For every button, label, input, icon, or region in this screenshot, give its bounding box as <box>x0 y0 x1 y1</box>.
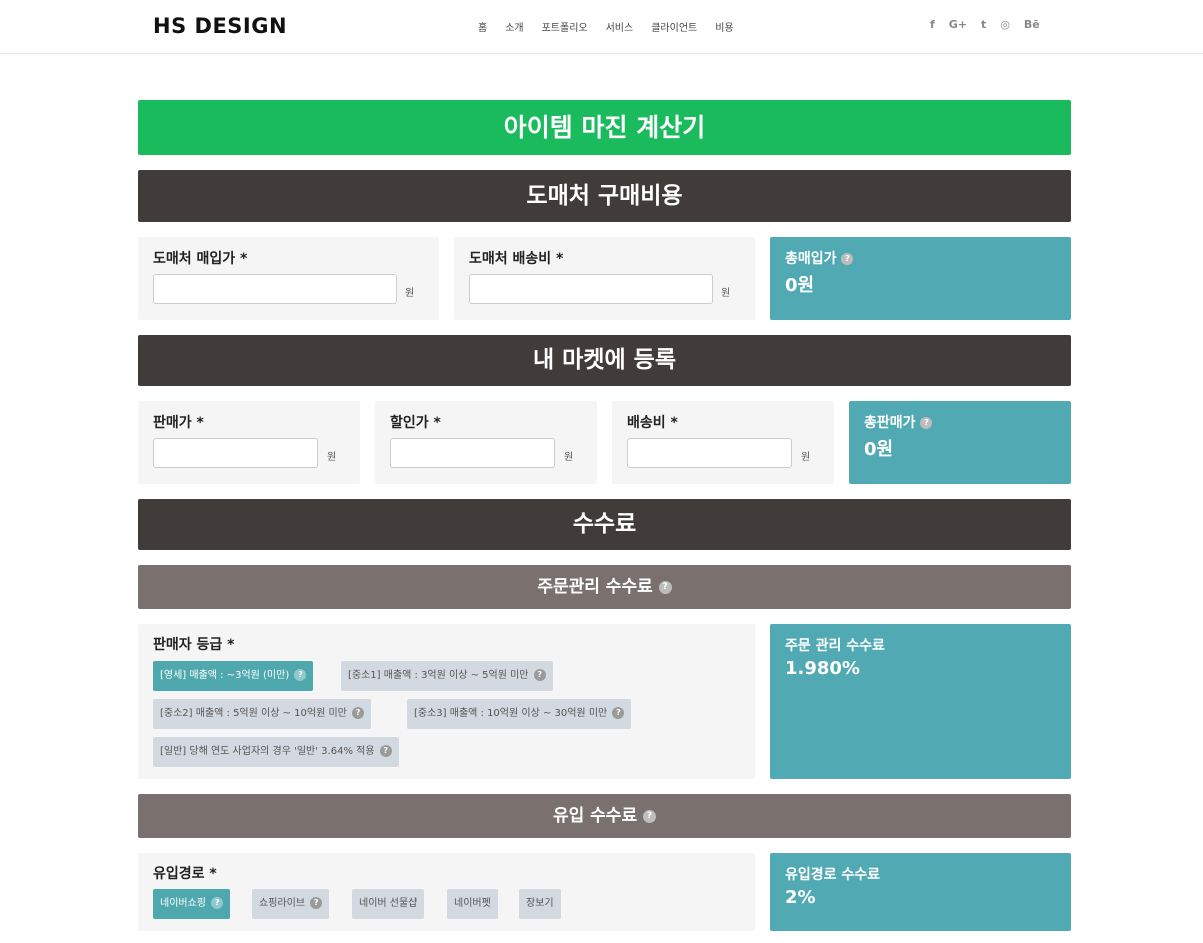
inflow-option-naver-pet[interactable]: 네이버펫 <box>447 889 498 919</box>
market-shipping-input[interactable] <box>627 438 792 468</box>
grade-option-label: [중소2] 매출액 : 5억원 이상 ~ 10억원 미만 <box>160 708 347 719</box>
help-icon[interactable]: ? <box>352 707 365 719</box>
grade-option-label: [중소3] 매출액 : 10억원 이상 ~ 30억원 미만 <box>414 708 608 719</box>
unit-label: 원 <box>327 452 337 463</box>
nav-services[interactable]: 서비스 <box>606 19 634 34</box>
wholesale-shipping-label: 도매처 배송비 * <box>469 251 564 267</box>
unit-label: 원 <box>721 288 731 299</box>
grade-option-general[interactable]: [일반] 당해 연도 사업자의 경우 '일반' 3.64% 적용 ? <box>153 737 399 767</box>
seller-grade-box: 판매자 등급 * [영세] 매출액 : ~3억원 (미만) ? [중소1] 매출… <box>138 624 755 779</box>
help-icon[interactable]: ? <box>379 745 392 757</box>
unit-label: 원 <box>801 452 811 463</box>
total-sale-label: 총판매가 <box>864 415 916 431</box>
inflow-option-grocery[interactable]: 장보기 <box>519 889 561 919</box>
wholesale-purchase-label: 도매처 매입가 * <box>153 251 248 267</box>
order-fee-result: 주문 관리 수수료 1.980% <box>770 624 1071 779</box>
inflow-option-label: 네이버쇼핑 <box>160 898 206 909</box>
twitter-icon[interactable]: t <box>981 18 986 31</box>
total-sale-value: 0원 <box>864 439 894 460</box>
grade-option-label: [중소1] 매출액 : 3억원 이상 ~ 5억원 미만 <box>348 670 529 681</box>
section-heading-market: 내 마켓에 등록 <box>138 335 1071 386</box>
inflow-option-shopping-live[interactable]: 쇼핑라이브 ? <box>252 889 330 919</box>
help-icon[interactable]: ? <box>612 707 625 719</box>
inflow-option-naver-shopping[interactable]: 네이버쇼핑 ? <box>153 889 231 919</box>
wholesale-shipping-input[interactable] <box>469 274 713 304</box>
discount-price-label: 할인가 * <box>390 415 441 431</box>
social-links: f G+ t ◎ Bē <box>930 18 1054 31</box>
inflow-route-box: 유입경로 * 네이버쇼핑 ? 쇼핑라이브 ? 네이버 선물샵 네이버펫 장보기 <box>138 853 755 931</box>
grade-option-sme3[interactable]: [중소3] 매출액 : 10억원 이상 ~ 30억원 미만 ? <box>407 699 632 729</box>
help-icon[interactable]: ? <box>533 669 546 681</box>
market-shipping-box: 배송비 * 원 <box>612 401 834 484</box>
facebook-icon[interactable]: f <box>930 18 935 31</box>
behance-icon[interactable]: Bē <box>1024 18 1040 31</box>
help-icon[interactable]: ? <box>211 897 224 909</box>
wholesale-purchase-box: 도매처 매입가 * 원 <box>138 237 439 320</box>
discount-price-input[interactable] <box>390 438 555 468</box>
total-purchase-label: 총매입가 <box>785 251 837 267</box>
grade-option-label: [영세] 매출액 : ~3억원 (미만) <box>160 670 290 681</box>
grade-option-small[interactable]: [영세] 매출액 : ~3억원 (미만) ? <box>153 661 314 691</box>
unit-label: 원 <box>405 288 415 299</box>
total-purchase-result: 총매입가 ? 0원 <box>770 237 1071 320</box>
section-heading-wholesale: 도매처 구매비용 <box>138 170 1071 222</box>
instagram-icon[interactable]: ◎ <box>1000 18 1010 31</box>
site-logo[interactable]: HS DESIGN <box>153 14 287 38</box>
top-navbar: HS DESIGN 홈 소개 포트폴리오 서비스 클라이언트 비용 f G+ t… <box>0 0 1203 54</box>
wholesale-shipping-box: 도매처 배송비 * 원 <box>454 237 755 320</box>
seller-grade-label: 판매자 등급 * <box>153 637 235 653</box>
order-fee-label: 주문 관리 수수료 <box>785 638 885 654</box>
wholesale-purchase-input[interactable] <box>153 274 397 304</box>
nav-about[interactable]: 소개 <box>505 19 523 34</box>
sale-price-box: 판매가 * 원 <box>138 401 360 484</box>
grade-option-label: [일반] 당해 연도 사업자의 경우 '일반' 3.64% 적용 <box>160 746 375 757</box>
inflow-option-label: 쇼핑라이브 <box>259 898 305 909</box>
help-icon[interactable]: ? <box>310 897 323 909</box>
discount-price-box: 할인가 * 원 <box>375 401 597 484</box>
inflow-option-gift-shop[interactable]: 네이버 선물샵 <box>352 889 425 919</box>
inflow-route-label: 유입경로 * <box>153 866 217 882</box>
main-nav: 홈 소개 포트폴리오 서비스 클라이언트 비용 <box>478 19 752 34</box>
help-icon[interactable]: ? <box>841 253 854 265</box>
google-plus-icon[interactable]: G+ <box>949 18 967 31</box>
grade-option-sme1[interactable]: [중소1] 매출액 : 3억원 이상 ~ 5억원 미만 ? <box>341 661 553 691</box>
page-title: 아이템 마진 계산기 <box>138 100 1071 155</box>
nav-pricing[interactable]: 비용 <box>715 19 733 34</box>
subsection-heading-inflow-fee: 유입 수수료 ? <box>138 794 1071 838</box>
help-icon[interactable]: ? <box>658 580 672 594</box>
total-sale-result: 총판매가 ? 0원 <box>849 401 1071 484</box>
sale-price-label: 판매가 * <box>153 415 204 431</box>
inflow-option-label: 네이버펫 <box>454 898 491 909</box>
inflow-fee-label: 유입경로 수수료 <box>785 867 881 883</box>
order-fee-heading-text: 주문관리 수수료 <box>537 577 653 597</box>
nav-clients[interactable]: 클라이언트 <box>651 19 697 34</box>
inflow-option-label: 네이버 선물샵 <box>359 898 418 909</box>
subsection-heading-order-fee: 주문관리 수수료 ? <box>138 565 1071 609</box>
nav-home[interactable]: 홈 <box>478 19 487 34</box>
sale-price-input[interactable] <box>153 438 318 468</box>
inflow-fee-value: 2% <box>785 887 816 908</box>
market-shipping-label: 배송비 * <box>627 415 678 431</box>
order-fee-value: 1.980% <box>785 658 860 679</box>
inflow-fee-heading-text: 유입 수수료 <box>552 806 638 826</box>
section-heading-fees: 수수료 <box>138 499 1071 550</box>
inflow-fee-result: 유입경로 수수료 2% <box>770 853 1071 931</box>
nav-portfolio[interactable]: 포트폴리오 <box>542 19 588 34</box>
help-icon[interactable]: ? <box>920 417 933 429</box>
inflow-option-label: 장보기 <box>526 898 554 909</box>
unit-label: 원 <box>564 452 574 463</box>
total-purchase-value: 0원 <box>785 275 815 296</box>
help-icon[interactable]: ? <box>294 669 307 681</box>
help-icon[interactable]: ? <box>643 809 657 823</box>
grade-option-sme2[interactable]: [중소2] 매출액 : 5억원 이상 ~ 10억원 미만 ? <box>153 699 372 729</box>
